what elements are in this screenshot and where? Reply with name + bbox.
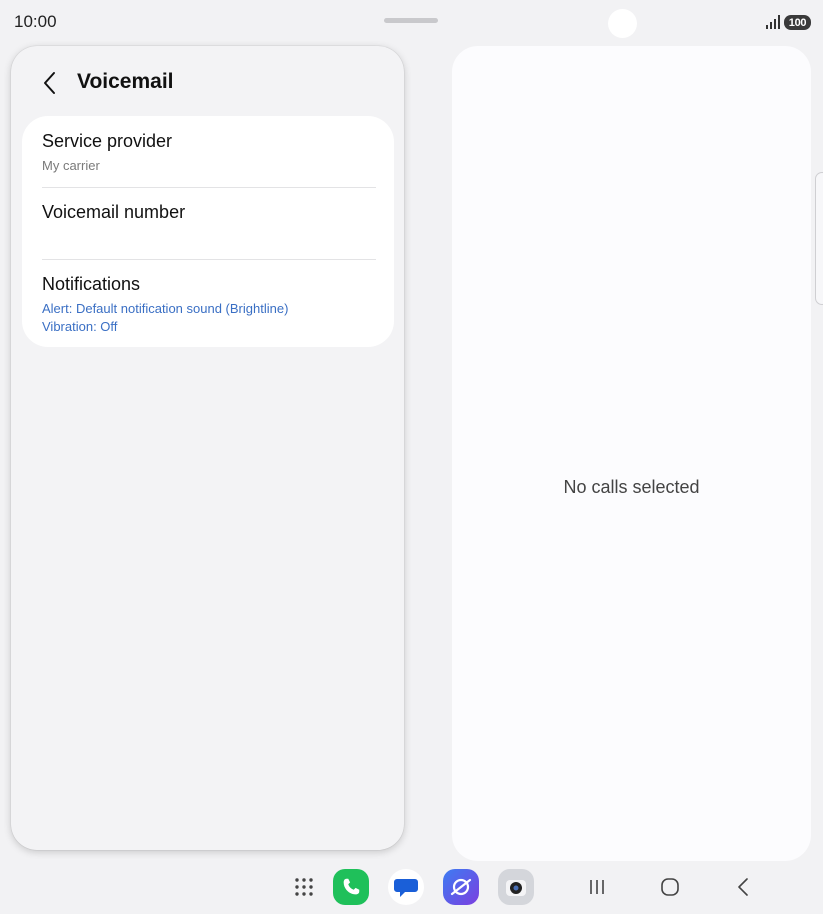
empty-state-message: No calls selected — [563, 477, 700, 497]
setting-title: Service provider — [42, 131, 173, 151]
notification-alert-text: Alert: Default notification sound (Brigh… — [42, 301, 289, 316]
setting-notifications[interactable]: Notifications Alert: Default notificatio… — [22, 260, 394, 347]
voicemail-settings-panel: Voicemail Service provider My carrier Vo… — [11, 46, 404, 850]
internet-app-icon — [443, 869, 479, 905]
drag-handle[interactable] — [384, 18, 438, 23]
apps-grid-button[interactable] — [285, 868, 323, 906]
chevron-left-icon — [44, 72, 55, 94]
setting-service-provider[interactable]: Service provider My carrier — [22, 116, 394, 187]
settings-card: Service provider My carrier Voicemail nu… — [22, 116, 394, 347]
back-nav-button[interactable] — [724, 868, 762, 906]
home-icon — [661, 878, 679, 896]
front-camera — [608, 9, 637, 38]
phone-app-button[interactable] — [332, 868, 370, 906]
planet-icon — [450, 878, 472, 896]
camera-app-icon — [498, 869, 534, 905]
internet-app-button[interactable] — [442, 868, 480, 906]
chat-bubble-icon — [394, 879, 418, 897]
camera-app-button[interactable] — [497, 868, 535, 906]
page-title: Voicemail — [77, 70, 174, 93]
battery-indicator: 100 — [784, 15, 811, 30]
recents-button[interactable] — [578, 868, 616, 906]
phone-app-icon — [333, 869, 369, 905]
setting-voicemail-number[interactable]: Voicemail number — [22, 188, 394, 259]
phone-handset-icon — [343, 878, 360, 895]
messages-app-button[interactable] — [387, 868, 425, 906]
back-nav-icon — [738, 878, 748, 896]
messages-app-icon — [388, 869, 424, 905]
setting-subtitle: My carrier — [42, 158, 100, 173]
camera-lens-icon — [506, 880, 526, 896]
apps-grid-icon — [295, 878, 313, 896]
setting-title: Notifications — [42, 274, 141, 294]
back-button[interactable] — [37, 68, 63, 98]
notification-vibration-text: Vibration: Off — [42, 319, 118, 334]
call-detail-pane: No calls selected — [452, 46, 811, 861]
signal-icon — [766, 15, 780, 29]
home-button[interactable] — [651, 868, 689, 906]
header: Voicemail — [11, 46, 404, 120]
recents-icon — [590, 880, 604, 894]
setting-title: Voicemail number — [42, 202, 186, 222]
edge-panel-handle[interactable] — [815, 172, 823, 305]
status-time: 10:00 — [14, 12, 57, 31]
